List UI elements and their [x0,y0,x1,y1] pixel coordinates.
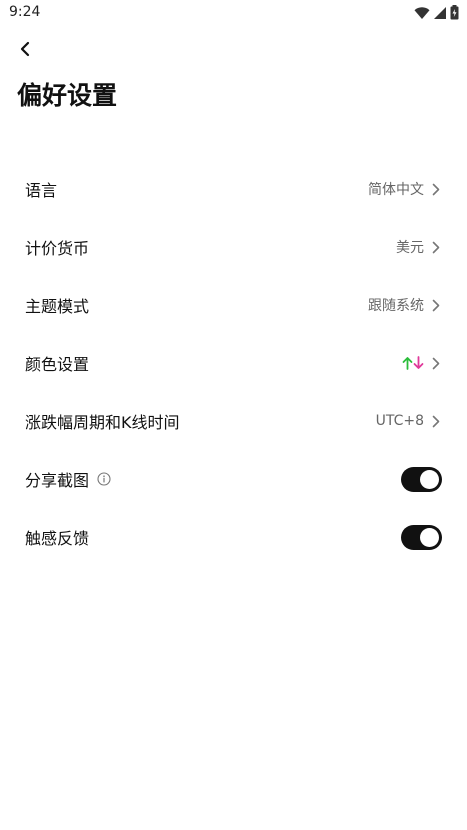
back-arrow-icon [20,41,30,57]
status-icons [414,5,459,20]
color-scheme-indicator [402,356,424,370]
setting-row-change-period[interactable]: 涨跌幅周期和K线时间 UTC+8 [0,392,467,450]
back-button[interactable] [12,36,38,62]
chevron-right-icon [430,356,442,370]
chevron-right-icon [430,298,442,312]
setting-row-language[interactable]: 语言 简体中文 [0,160,467,218]
setting-label: 涨跌幅周期和K线时间 [25,413,180,432]
toggle-knob [420,527,439,547]
setting-value: 美元 [396,240,424,256]
setting-label: 颜色设置 [25,355,90,374]
setting-row-color[interactable]: 颜色设置 [0,334,467,392]
signal-icon [434,6,446,19]
setting-value: UTC+8 [375,413,424,429]
battery-icon [450,5,459,20]
setting-row-currency[interactable]: 计价货币 美元 [0,218,467,276]
setting-label: 分享截图 [25,471,90,490]
setting-label-wrap: 分享截图 [25,467,111,491]
setting-label: 主题模式 [25,297,90,316]
setting-row-share-screenshot: 分享截图 [0,450,467,508]
chevron-right-icon [430,182,442,196]
page-title: 偏好设置 [17,81,118,110]
status-time: 9:24 [9,4,41,20]
arrow-down-icon [413,356,424,369]
haptic-feedback-toggle[interactable] [401,524,442,550]
settings-list: 语言 简体中文 计价货币 美元 主题模式 跟随系统 颜色设置 涨跌幅周期和K线时… [0,160,467,566]
setting-label: 计价货币 [25,239,90,258]
arrow-up-icon [402,357,413,370]
wifi-icon [414,6,430,19]
setting-value: 跟随系统 [368,298,424,314]
setting-row-theme[interactable]: 主题模式 跟随系统 [0,276,467,334]
chevron-right-icon [430,240,442,254]
toggle-knob [420,469,439,489]
share-screenshot-toggle[interactable] [401,466,442,492]
status-bar: 9:24 [0,0,467,26]
setting-label: 语言 [25,181,58,200]
chevron-right-icon [430,414,442,428]
setting-row-haptic-feedback: 触感反馈 [0,508,467,566]
setting-label: 触感反馈 [25,529,90,548]
setting-value: 简体中文 [368,182,424,198]
info-icon[interactable] [97,472,111,486]
